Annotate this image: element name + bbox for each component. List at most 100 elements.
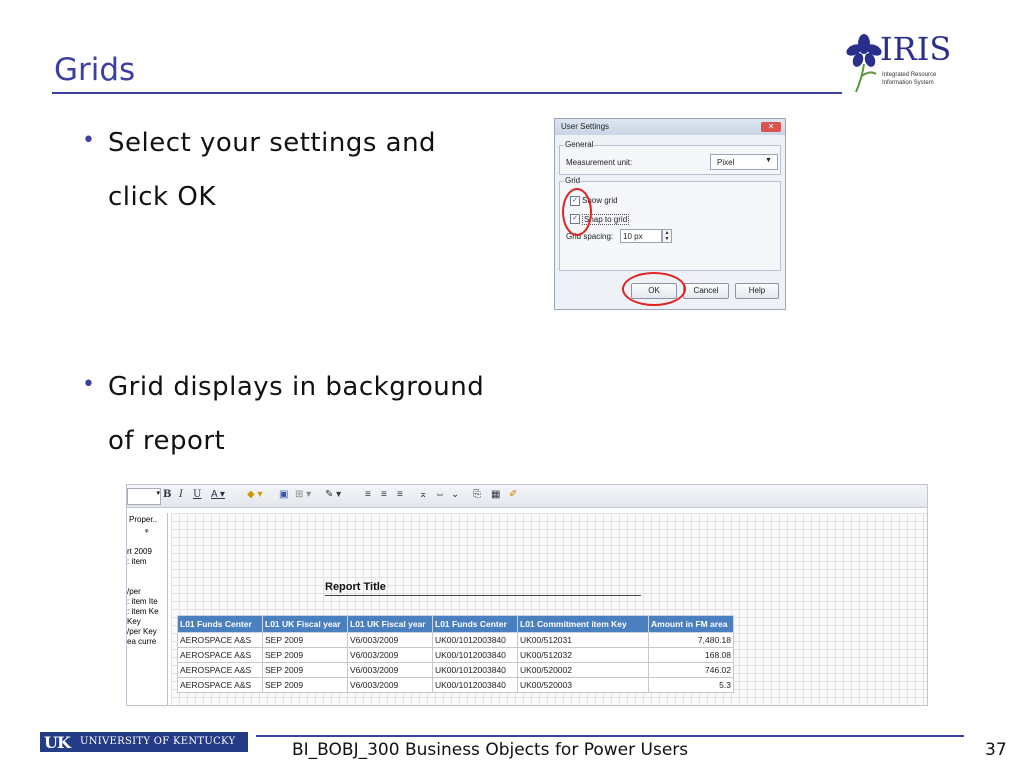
general-group-label: General	[564, 140, 595, 149]
table-cell[interactable]: SEP 2009	[262, 677, 348, 693]
properties-tab[interactable]: Proper..	[129, 515, 157, 524]
column-header[interactable]: L01 UK Fiscal year	[262, 615, 348, 633]
table-header-row: L01 Funds Center L01 UK Fiscal year L01 …	[177, 615, 734, 633]
table-row: AEROSPACE A&S SEP 2009 V6/003/2009 UK00/…	[177, 632, 734, 648]
fill-color-icon[interactable]: ◆ ▾	[247, 489, 263, 500]
table-cell[interactable]: SEP 2009	[262, 647, 348, 663]
slide-title: Grids	[54, 52, 136, 88]
bullet-dot: •	[82, 372, 95, 397]
properties-item: /per Key	[127, 627, 157, 636]
align-right-icon[interactable]: ≡	[397, 489, 403, 500]
table-cell[interactable]: AEROSPACE A&S	[177, 662, 263, 678]
table-cell[interactable]: UK00/1012003840	[432, 662, 518, 678]
formatting-toolbar: ▾ B I U A ▾ ◆ ▾ ▣ ⊞ ▾ ✎ ▾ ≡ ≡ ≡ ⌅ ⇔ ⌄ ⎘ …	[127, 485, 927, 508]
properties-item: rt 2009	[127, 547, 152, 556]
report-title[interactable]: Report Title	[325, 581, 386, 593]
table-cell[interactable]: UK00/1012003840	[432, 647, 518, 663]
table-cell[interactable]: 168.08	[648, 647, 734, 663]
grid-spacing-input[interactable]: 10 px	[620, 229, 662, 243]
properties-panel: Proper.. ᵠ rt 2009 : item /per : item It…	[127, 513, 168, 705]
align-top-icon[interactable]: ⌅	[419, 489, 427, 500]
cancel-button[interactable]: Cancel	[683, 283, 729, 299]
align-left-icon[interactable]: ≡	[365, 489, 371, 500]
format-painter-icon[interactable]: ✐	[509, 489, 517, 500]
table-row: AEROSPACE A&S SEP 2009 V6/003/2009 UK00/…	[177, 647, 734, 663]
table-cell[interactable]: SEP 2009	[262, 662, 348, 678]
title-rule	[52, 92, 842, 94]
grid-spacing-value: 10 px	[623, 232, 643, 241]
report-table[interactable]: L01 Funds Center L01 UK Fiscal year L01 …	[177, 615, 734, 693]
footer-rule	[256, 735, 964, 737]
wrap-text-icon[interactable]: ⎘	[473, 489, 481, 500]
line-color-icon[interactable]: ✎ ▾	[325, 489, 341, 500]
uk-letters: UK	[44, 733, 71, 752]
iris-subtitle-1: Integrated Resource	[882, 72, 937, 78]
column-header[interactable]: L01 UK Fiscal year	[347, 615, 433, 633]
table-row: AEROSPACE A&S SEP 2009 V6/003/2009 UK00/…	[177, 677, 734, 693]
table-row: AEROSPACE A&S SEP 2009 V6/003/2009 UK00/…	[177, 662, 734, 678]
measurement-unit-value: Pixel	[717, 158, 735, 167]
column-header[interactable]: L01 Funds Center	[177, 615, 263, 633]
table-cell[interactable]: V6/003/2009	[347, 662, 433, 678]
font-size-select[interactable]: ▾	[127, 488, 161, 505]
report-title-underline	[325, 595, 641, 596]
table-cell[interactable]: AEROSPACE A&S	[177, 632, 263, 648]
table-cell[interactable]: UK00/520003	[517, 677, 649, 693]
bullet-2-line-1: Grid displays in background	[108, 372, 485, 402]
table-cell[interactable]: 7,480.18	[648, 632, 734, 648]
font-color-icon[interactable]: A ▾	[211, 489, 225, 500]
pin-icon[interactable]: ᵠ	[145, 527, 149, 536]
help-button[interactable]: Help	[735, 283, 779, 299]
uk-logo: UK UNIVERSITY OF KENTUCKY	[40, 732, 248, 752]
iris-subtitle-2: Information System	[882, 80, 934, 86]
table-cell[interactable]: 746.02	[648, 662, 734, 678]
properties-item: : item Ite	[127, 597, 158, 606]
properties-item: : item	[127, 557, 147, 566]
iris-flower-icon	[846, 34, 882, 93]
checkbox-highlight-ring	[562, 188, 592, 236]
align-bottom-icon[interactable]: ⌄	[451, 489, 459, 500]
grid-spacing-spinner[interactable]: ▲ ▼	[662, 229, 672, 243]
bullet-1-line-2: click OK	[108, 182, 216, 212]
chevron-down-icon: ▼	[765, 157, 772, 164]
close-icon[interactable]: ✕	[761, 122, 781, 132]
table-cell[interactable]: V6/003/2009	[347, 647, 433, 663]
properties-item: Key	[127, 617, 141, 626]
properties-item: : item Ke	[127, 607, 159, 616]
dialog-title: User Settings	[561, 122, 610, 131]
measurement-unit-label: Measurement unit:	[566, 158, 633, 167]
bold-icon[interactable]: B	[163, 489, 171, 500]
university-name: UNIVERSITY OF KENTUCKY	[80, 736, 236, 747]
table-cell[interactable]: AEROSPACE A&S	[177, 677, 263, 693]
align-middle-icon[interactable]: ⇔	[435, 489, 445, 500]
table-cell[interactable]: 5.3	[648, 677, 734, 693]
table-cell[interactable]: UK00/1012003840	[432, 677, 518, 693]
table-cell[interactable]: AEROSPACE A&S	[177, 647, 263, 663]
grid-group-label: Grid	[564, 176, 582, 185]
cell-format-icon[interactable]: ▦	[491, 489, 500, 500]
italic-icon[interactable]: I	[179, 489, 183, 500]
underline-icon[interactable]: U	[193, 489, 201, 500]
table-cell[interactable]: UK00/512031	[517, 632, 649, 648]
column-header[interactable]: L01 Funds Center	[432, 615, 518, 633]
ok-highlight-ring	[622, 272, 686, 306]
table-cell[interactable]: UK00/512032	[517, 647, 649, 663]
align-center-icon[interactable]: ≡	[381, 489, 387, 500]
properties-item: ea curre	[127, 637, 157, 646]
border-icon[interactable]: ▣	[279, 489, 288, 500]
measurement-unit-select[interactable]: Pixel ▼	[710, 154, 778, 170]
general-group: General Measurement unit: Pixel ▼	[559, 140, 781, 175]
table-cell[interactable]: V6/003/2009	[347, 677, 433, 693]
dialog-titlebar: User Settings ✕	[555, 119, 785, 135]
column-header[interactable]: Amount in FM area	[648, 615, 734, 633]
border-style-icon[interactable]: ⊞ ▾	[295, 489, 311, 500]
column-header[interactable]: L01 Commitment item Key	[517, 615, 649, 633]
table-cell[interactable]: UK00/1012003840	[432, 632, 518, 648]
table-cell[interactable]: SEP 2009	[262, 632, 348, 648]
footer-course-title: BI_BOBJ_300 Business Objects for Power U…	[292, 740, 689, 760]
grid-group: Grid ✓ Show grid ✓ Snap to grid Grid spa…	[559, 176, 781, 271]
table-cell[interactable]: V6/003/2009	[347, 632, 433, 648]
bullet-1-line-1: Select your settings and	[108, 128, 437, 158]
iris-logo: IRIS Integrated Resource Information Sys…	[846, 30, 966, 96]
table-cell[interactable]: UK00/520002	[517, 662, 649, 678]
